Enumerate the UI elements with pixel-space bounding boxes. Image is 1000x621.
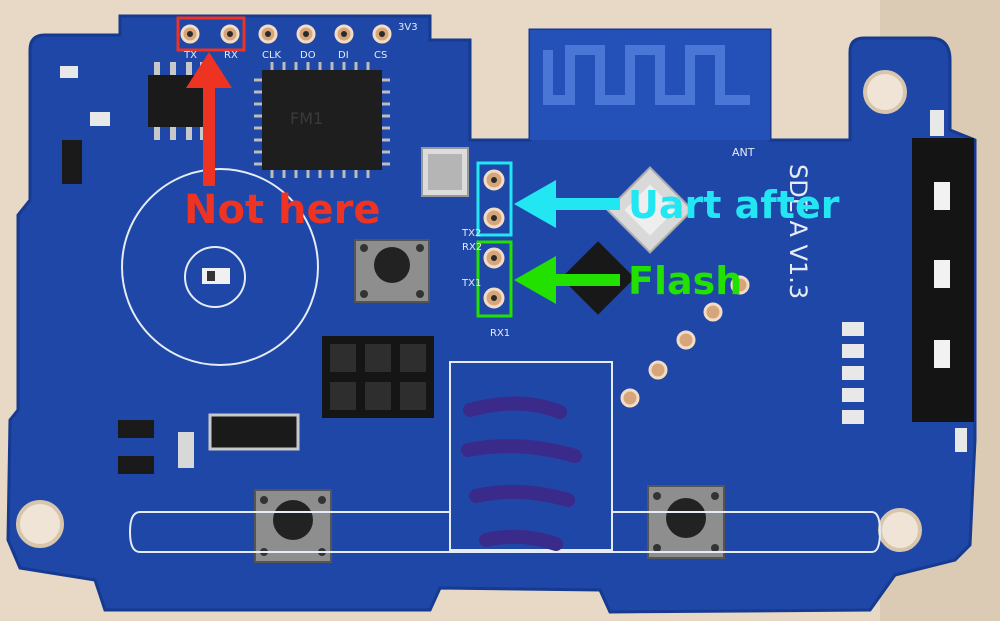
led-bar-leds — [934, 182, 950, 368]
flash-label: Flash — [628, 259, 743, 303]
silk-pin-do: DO — [300, 50, 316, 61]
led-chip — [202, 268, 230, 284]
silk-ant: ANT — [732, 146, 755, 159]
crystal-top — [428, 154, 462, 190]
silk-uart-tx: TX2 — [461, 228, 481, 239]
silk-pin-cs: CS — [374, 50, 387, 61]
battery-area — [449, 361, 613, 551]
silk-pin-di: DI — [338, 50, 349, 61]
silk-flash-tx: TX1 — [461, 278, 481, 289]
uart-after-label: Uart after — [628, 183, 840, 227]
silk-uart-rx: RX2 — [462, 242, 482, 253]
not-here-label: Not here — [184, 187, 381, 233]
silk-chip-mark: FM1 — [290, 109, 323, 128]
pcb-photo: SDE A V1.3 FM1 ANT TX RX CLK DO DI CS 3V… — [0, 0, 1000, 621]
switch-right — [647, 485, 725, 559]
silk-pin-tx: TX — [183, 50, 197, 61]
pcb-photo-scene: SDE A V1.3 FM1 ANT TX RX CLK DO DI CS 3V… — [0, 0, 1000, 621]
silk-flash-rx: RX1 — [490, 328, 510, 339]
switch-center — [354, 239, 430, 303]
silk-pin-3v3: 3V3 — [398, 22, 418, 33]
led-chip-pad — [207, 271, 215, 281]
silk-pin-rx: RX — [224, 50, 238, 61]
silk-pin-clk: CLK — [262, 50, 282, 61]
